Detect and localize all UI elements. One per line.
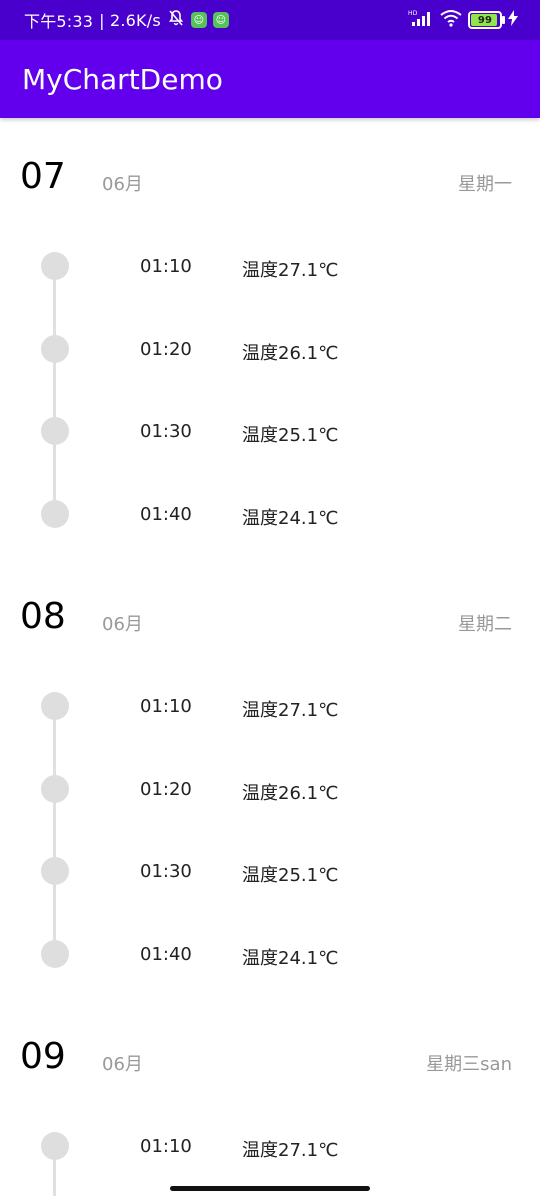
day-number: 09: [20, 1036, 66, 1077]
entry-temperature: 温度27.1℃: [242, 700, 339, 721]
battery-icon: 99: [468, 11, 505, 29]
entry-time: 01:20: [140, 339, 192, 360]
entry-temperature: 温度26.1℃: [242, 783, 339, 804]
status-network-speed: | 2.6K/s: [99, 10, 161, 30]
timeline-item[interactable]: 01:10 温度27.1℃: [0, 1132, 540, 1162]
mute-icon: [167, 9, 185, 31]
wifi-icon: [440, 9, 462, 31]
day-header: 09 06月 星期三san: [0, 998, 540, 1077]
timeline-item[interactable]: 01:10 温度27.1℃: [0, 692, 540, 722]
timeline-dot: [41, 775, 69, 803]
day-weekday: 星期二: [458, 614, 512, 635]
timeline-item[interactable]: 01:10 温度27.1℃: [0, 252, 540, 282]
timeline-dot: [41, 335, 69, 363]
timeline-item[interactable]: 01:20 温度26.1℃: [0, 775, 540, 805]
day-header: 08 06月 星期二: [0, 558, 540, 637]
app-badge-icon: ☺: [212, 12, 229, 28]
day-weekday: 星期一: [458, 174, 512, 195]
entry-time: 01:30: [140, 421, 192, 442]
status-bar: 下午5:33 | 2.6K/s ☺ ☺ HD 99: [0, 0, 540, 40]
entry-time: 01:40: [140, 504, 192, 525]
timeline-item[interactable]: 01:30 温度25.1℃: [0, 857, 540, 887]
timeline-dot: [41, 252, 69, 280]
entry-temperature: 温度25.1℃: [242, 865, 339, 886]
entry-temperature: 温度27.1℃: [242, 260, 339, 281]
entry-time: 01:40: [140, 944, 192, 965]
day-header: 07 06月 星期一: [0, 118, 540, 197]
timeline-item[interactable]: 01:20 温度26.1℃: [0, 335, 540, 365]
timeline-dot: [41, 692, 69, 720]
entry-temperature: 温度24.1℃: [242, 508, 339, 529]
svg-text:HD: HD: [408, 10, 418, 17]
day-weekday: 星期三san: [426, 1054, 512, 1075]
timeline-dot: [41, 857, 69, 885]
timeline-item[interactable]: 01:40 温度24.1℃: [0, 500, 540, 530]
entry-time: 01:10: [140, 1136, 192, 1157]
timeline-dot: [41, 1132, 69, 1160]
entry-time: 01:20: [140, 779, 192, 800]
timeline-dot: [41, 940, 69, 968]
day-number: 08: [20, 596, 66, 637]
timeline-dot: [41, 500, 69, 528]
app-badge-icon: ☺: [190, 12, 207, 28]
day-month: 06月: [102, 1054, 143, 1075]
timeline-item[interactable]: 01:40 温度24.1℃: [0, 940, 540, 970]
signal-icon: HD: [408, 9, 434, 31]
entry-time: 01:10: [140, 696, 192, 717]
status-bar-left: 下午5:33 | 2.6K/s ☺ ☺: [24, 8, 229, 32]
app-title: MyChartDemo: [22, 62, 223, 96]
status-bar-right: HD 99: [408, 9, 518, 31]
entry-temperature: 温度26.1℃: [242, 343, 339, 364]
entry-temperature: 温度27.1℃: [242, 1140, 339, 1161]
home-indicator[interactable]: [170, 1186, 370, 1191]
entry-time: 01:30: [140, 861, 192, 882]
charging-icon: [508, 10, 518, 30]
timeline-dot: [41, 417, 69, 445]
entry-temperature: 温度25.1℃: [242, 425, 339, 446]
entry-time: 01:10: [140, 256, 192, 277]
status-time: 下午5:33: [24, 12, 94, 31]
day-number: 07: [20, 156, 66, 197]
battery-level: 99: [477, 14, 493, 26]
timeline-line: [53, 706, 56, 954]
day-month: 06月: [102, 614, 143, 635]
app-bar: MyChartDemo: [0, 40, 540, 118]
timeline-line: [53, 266, 56, 514]
day-month: 06月: [102, 174, 143, 195]
entry-temperature: 温度24.1℃: [242, 948, 339, 969]
timeline-item[interactable]: 01:30 温度25.1℃: [0, 417, 540, 447]
